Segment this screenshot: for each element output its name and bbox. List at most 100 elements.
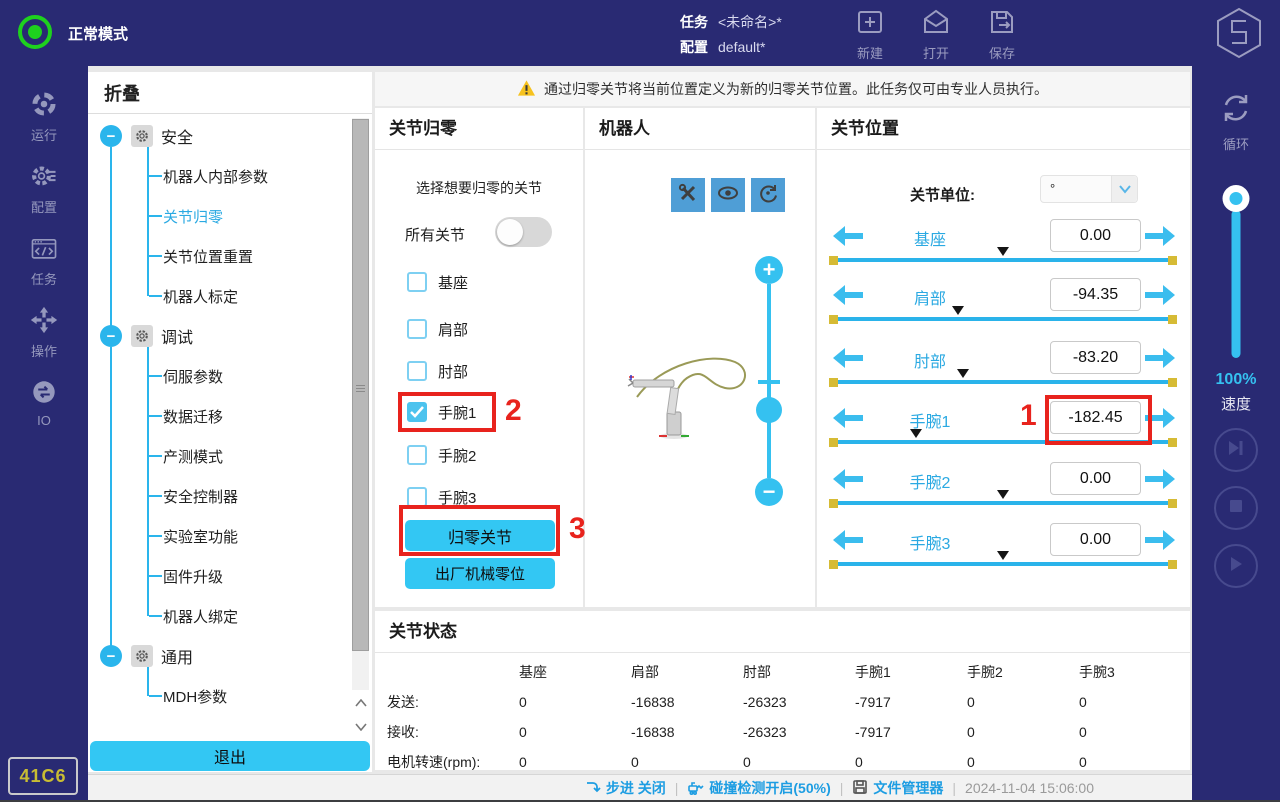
robot-view-button[interactable] (711, 178, 745, 212)
jog-plus-button[interactable] (1145, 468, 1175, 495)
joint-slider[interactable] (831, 380, 1175, 384)
jog-minus-button[interactable] (833, 407, 863, 434)
tree-item-0-3[interactable]: 机器人标定 (88, 276, 348, 316)
collapse-minus-icon[interactable]: − (100, 645, 122, 667)
sidebar-item-task[interactable]: 任务 (30, 234, 58, 288)
slider-marker[interactable] (997, 490, 1009, 499)
collapse-minus-icon[interactable]: − (100, 325, 122, 347)
tree-item-1-0[interactable]: 伺服参数 (88, 356, 348, 396)
joint-name-link[interactable]: 手腕3 (860, 530, 1000, 554)
checkbox-unchecked[interactable] (407, 445, 427, 465)
slider-marker[interactable] (957, 369, 969, 378)
checkbox-row-1[interactable]: 肩部 (407, 315, 468, 343)
jog-minus-button[interactable] (833, 347, 863, 374)
tree-item-2-0[interactable]: MDH参数 (88, 676, 348, 716)
joint-name-link[interactable]: 手腕2 (860, 469, 1000, 493)
scrollbar-thumb[interactable] (352, 119, 369, 651)
tree-group-row[interactable]: −通用 (88, 636, 348, 676)
stop-button[interactable] (1214, 486, 1258, 530)
tree-item-1-1[interactable]: 数据迁移 (88, 396, 348, 436)
joint-slider[interactable] (831, 501, 1175, 505)
slider-marker[interactable] (997, 551, 1009, 560)
robot-tools-button[interactable] (671, 178, 705, 212)
joint-slider[interactable] (831, 258, 1175, 262)
exit-button[interactable]: 退出 (90, 741, 370, 771)
all-joints-toggle[interactable] (495, 217, 552, 247)
slider-marker[interactable] (997, 247, 1009, 256)
jog-minus-button[interactable] (833, 225, 863, 252)
joint-slider[interactable] (831, 440, 1175, 444)
checkbox-unchecked[interactable] (407, 487, 427, 507)
open-task-button[interactable]: 打开 (904, 7, 968, 62)
sidebar-item-config[interactable]: 配置 (30, 162, 58, 216)
joint-slider[interactable] (831, 562, 1175, 566)
jog-plus-button[interactable] (1145, 347, 1175, 374)
joint-value-input[interactable] (1050, 278, 1141, 311)
checkbox-row-4[interactable]: 手腕2 (407, 441, 476, 469)
joint-name-link[interactable]: 肘部 (860, 348, 1000, 372)
tree-item-0-2[interactable]: 关节位置重置 (88, 236, 348, 276)
step-mode-indicator[interactable]: 步进 关闭 (585, 778, 666, 798)
tree-item-1-2[interactable]: 产测模式 (88, 436, 348, 476)
checkbox-row-0[interactable]: 基座 (407, 268, 468, 296)
joint-status-title: 关节状态 (375, 611, 1190, 653)
jog-minus-button[interactable] (833, 468, 863, 495)
checkbox-unchecked[interactable] (407, 272, 427, 292)
zero-joints-button[interactable]: 归零关节 (405, 520, 555, 551)
tree-group-row[interactable]: −调试 (88, 316, 348, 356)
joint-value-input[interactable] (1050, 523, 1141, 556)
collision-detection-indicator[interactable]: 碰撞检测开启(50%) (687, 778, 830, 798)
joint-slider[interactable] (831, 317, 1175, 321)
play-button[interactable] (1214, 544, 1258, 588)
jog-plus-button[interactable] (1145, 225, 1175, 252)
save-button[interactable]: 保存 (970, 7, 1034, 62)
tree-item-1-3[interactable]: 安全控制器 (88, 476, 348, 516)
joint-name-link[interactable]: 基座 (860, 226, 1000, 250)
joint-value-input[interactable] (1050, 341, 1141, 374)
slider-marker[interactable] (952, 306, 964, 315)
file-manager-link[interactable]: 文件管理器 (852, 778, 943, 798)
loop-mode[interactable]: 循环 (1192, 88, 1280, 153)
sidebar-item-operate[interactable]: 操作 (30, 306, 58, 360)
joint-name-link[interactable]: 手腕1 (860, 408, 1000, 432)
zoom-in-button[interactable]: + (755, 256, 783, 284)
sidebar-item-run[interactable]: 运行 (30, 90, 58, 144)
checkbox-row-2[interactable]: 肘部 (407, 357, 468, 385)
checkbox-row-5[interactable]: 手腕3 (407, 483, 476, 511)
jog-minus-button[interactable] (833, 284, 863, 311)
speed-slider-handle[interactable] (1223, 185, 1250, 212)
sidebar-item-io[interactable]: IO (30, 378, 58, 428)
zoom-out-button[interactable]: − (755, 478, 783, 506)
scroll-down-button[interactable] (352, 716, 369, 738)
jog-plus-button[interactable] (1145, 407, 1175, 434)
factory-zero-button[interactable]: 出厂机械零位 (405, 558, 555, 589)
checkbox-checked[interactable] (407, 402, 427, 422)
scroll-up-button[interactable] (352, 692, 369, 714)
tree-item-0-0[interactable]: 机器人内部参数 (88, 156, 348, 196)
jog-plus-button[interactable] (1145, 284, 1175, 311)
slider-marker[interactable] (910, 429, 922, 438)
tree-collapse-header[interactable]: 折叠 (88, 72, 372, 114)
joint-name-link[interactable]: 肩部 (860, 285, 1000, 309)
checkbox-row-3[interactable]: 手腕1 (407, 398, 476, 426)
joint-unit-dropdown[interactable]: ° (1040, 175, 1138, 203)
jog-plus-button[interactable] (1145, 529, 1175, 556)
joint-value-input[interactable] (1050, 401, 1141, 434)
speed-slider[interactable] (1232, 210, 1241, 358)
tree-scrollbar[interactable] (352, 118, 369, 690)
tree-item-1-6[interactable]: 机器人绑定 (88, 596, 348, 636)
jog-minus-button[interactable] (833, 529, 863, 556)
tree-group-row[interactable]: −安全 (88, 116, 348, 156)
tree-item-1-4[interactable]: 实验室功能 (88, 516, 348, 556)
checkbox-unchecked[interactable] (407, 319, 427, 339)
new-task-button[interactable]: 新建 (838, 7, 902, 62)
collapse-minus-icon[interactable]: − (100, 125, 122, 147)
step-forward-button[interactable] (1214, 428, 1258, 472)
joint-value-input[interactable] (1050, 462, 1141, 495)
robot-rotate-button[interactable] (751, 178, 785, 212)
checkbox-unchecked[interactable] (407, 361, 427, 381)
robot-3d-view[interactable] (627, 350, 772, 465)
joint-value-input[interactable] (1050, 219, 1141, 252)
tree-item-0-1[interactable]: 关节归零 (88, 196, 348, 236)
tree-item-1-5[interactable]: 固件升级 (88, 556, 348, 596)
